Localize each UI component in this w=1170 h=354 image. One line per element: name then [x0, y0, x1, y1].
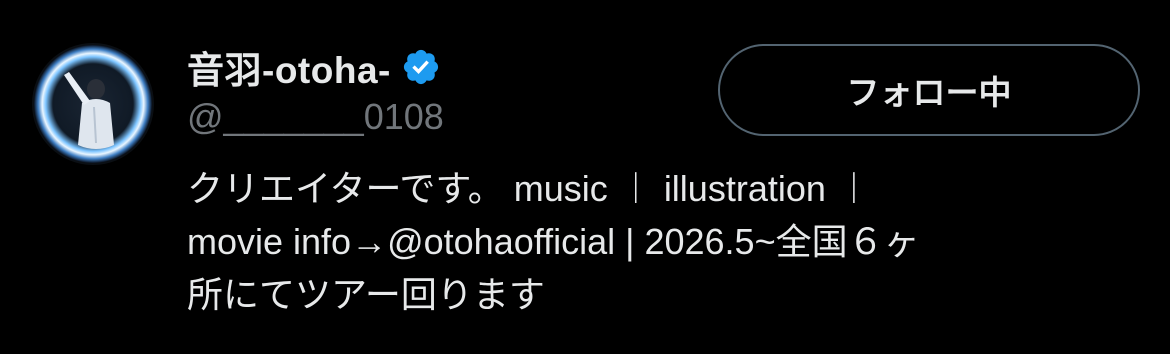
avatar[interactable]: [34, 45, 152, 163]
bio-text-suffix: | 2026.5~全国６ヶ: [615, 221, 920, 262]
name-row: 音羽-otoha-: [187, 42, 441, 92]
user-handle[interactable]: @_______0108: [187, 96, 444, 138]
avatar-image: [34, 45, 152, 163]
bio-line-2: movie info→@otohaofficial | 2026.5~全国６ヶ: [187, 215, 1137, 268]
verified-badge-icon[interactable]: [401, 47, 441, 87]
bio-text-prefix: movie info→: [187, 221, 388, 262]
display-name[interactable]: 音羽-otoha-: [187, 40, 391, 94]
bio-line-3: 所にてツアー回ります: [187, 274, 545, 315]
profile-card: 音羽-otoha- @_______0108 フォロー中 クリエイターです。 m…: [0, 0, 1170, 354]
bio-line-1: クリエイターです。 music ︱ illustration ︱: [187, 168, 872, 209]
bio-mention-link[interactable]: @otohaofficial: [387, 221, 615, 262]
following-button[interactable]: フォロー中: [718, 44, 1140, 136]
profile-bio: クリエイターです。 music ︱ illustration ︱ movie i…: [187, 162, 1137, 321]
